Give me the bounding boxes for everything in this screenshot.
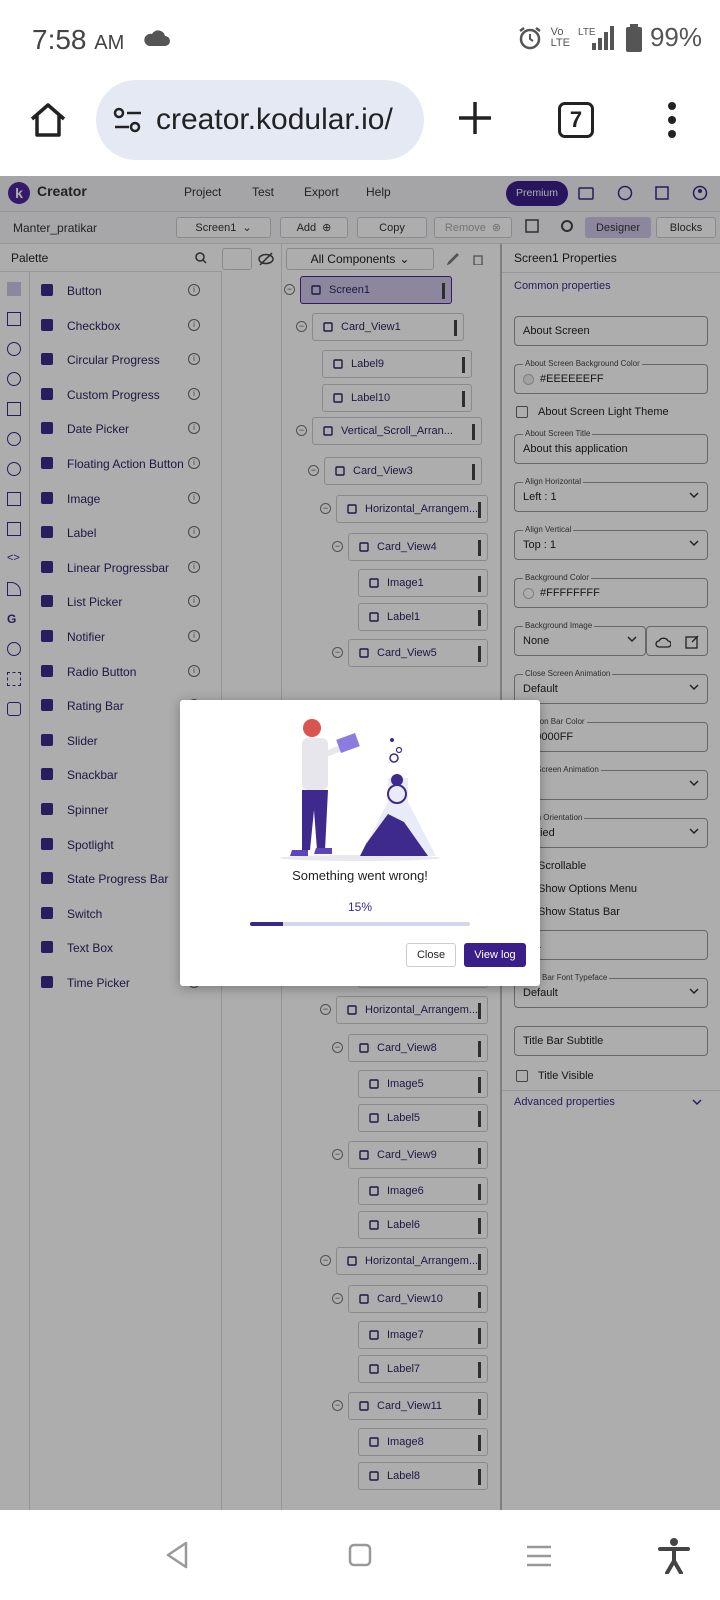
home-icon[interactable] [28, 102, 68, 138]
overflow-menu-icon[interactable] [664, 100, 680, 140]
back-icon[interactable] [164, 1540, 190, 1570]
progress-fill [250, 922, 283, 926]
site-settings-icon[interactable] [112, 107, 144, 133]
svg-text:LTE: LTE [578, 27, 596, 38]
new-tab-icon[interactable] [455, 98, 495, 138]
lab-scientist-illustration [270, 714, 450, 864]
volte-icon: Vo LTE [550, 25, 570, 49]
home-square-icon[interactable] [348, 1543, 372, 1567]
error-message: Something went wrong! [292, 868, 428, 883]
clock: 7:58 AM [32, 24, 125, 55]
progress-percent: 15% [347, 900, 373, 914]
progress-bar [250, 922, 470, 926]
accessibility-icon[interactable] [658, 1538, 690, 1574]
tab-switcher-button[interactable]: 7 [558, 102, 594, 138]
error-dialog: Something went wrong! 15% Close View log [180, 700, 540, 986]
signal-icon: LTE [578, 25, 618, 51]
browser-toolbar: creator.kodular.io/ 7 [0, 80, 720, 176]
battery-percent: 99% [649, 22, 702, 52]
url-text: creator.kodular.io/ [156, 103, 393, 136]
alarm-icon [517, 25, 543, 51]
android-nav-bar [0, 1510, 720, 1600]
view-log-button[interactable]: View log [464, 943, 526, 967]
recents-icon[interactable] [526, 1545, 552, 1567]
battery-icon [625, 23, 642, 52]
status-bar: 7:58 AM Vo LTE LTE 99% [0, 0, 720, 80]
close-button[interactable]: Close [406, 943, 456, 967]
address-bar[interactable]: creator.kodular.io/ [96, 80, 424, 160]
cloud-icon [142, 28, 170, 48]
